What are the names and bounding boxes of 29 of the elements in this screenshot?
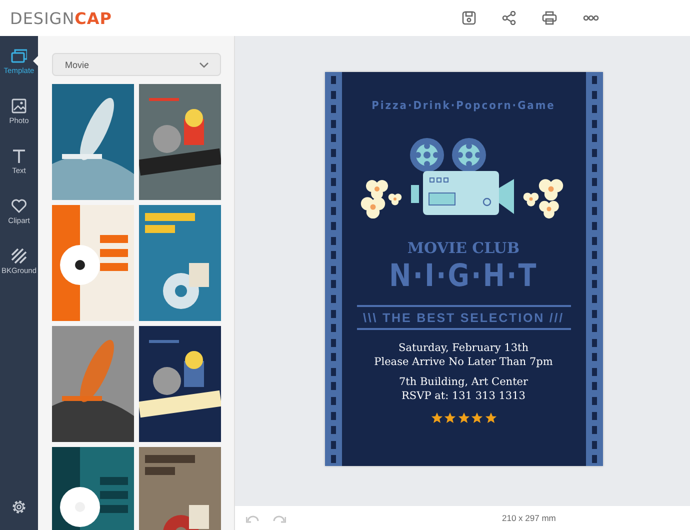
- save-icon[interactable]: [462, 11, 476, 25]
- poster-text: RSVP at: 131 313 1313: [402, 390, 526, 403]
- poster-text: Saturday, February 13th: [398, 342, 528, 356]
- share-icon[interactable]: [502, 11, 516, 25]
- popcorn-icon: [538, 200, 558, 218]
- poster-subtitle: MOVIE CLUB: [407, 239, 520, 257]
- popcorn-icon: [360, 197, 385, 219]
- poster-text: Please Arrive No Later Than 7pm: [374, 356, 553, 369]
- star-icon: [484, 412, 496, 424]
- star-icon: [444, 412, 456, 424]
- text-icon: [11, 148, 27, 164]
- poster-banner: \\\ THE BEST SELECTION ///: [356, 305, 570, 330]
- category-dropdown[interactable]: Movie: [52, 53, 221, 76]
- star-icon: [471, 412, 483, 424]
- logo: DESIGNCAP: [10, 8, 112, 28]
- stripes-icon: [11, 248, 27, 264]
- page-size-label: 210 x 297 mm: [502, 513, 556, 523]
- star-icon: [430, 412, 442, 424]
- poster-tagline: Pizza·Drink·Popcorn·Game: [372, 99, 556, 112]
- layers-icon: [11, 48, 27, 64]
- star-icon: [458, 412, 470, 424]
- settings-icon[interactable]: [11, 499, 27, 515]
- poster-title: N·I·G·H·T: [389, 257, 538, 295]
- heart-icon: [11, 198, 27, 214]
- more-icon[interactable]: [583, 15, 600, 21]
- print-icon[interactable]: [542, 11, 558, 25]
- image-icon: [11, 98, 27, 114]
- poster-text: 7th Building, Art Center: [398, 376, 528, 390]
- chevron-icon: [199, 62, 209, 68]
